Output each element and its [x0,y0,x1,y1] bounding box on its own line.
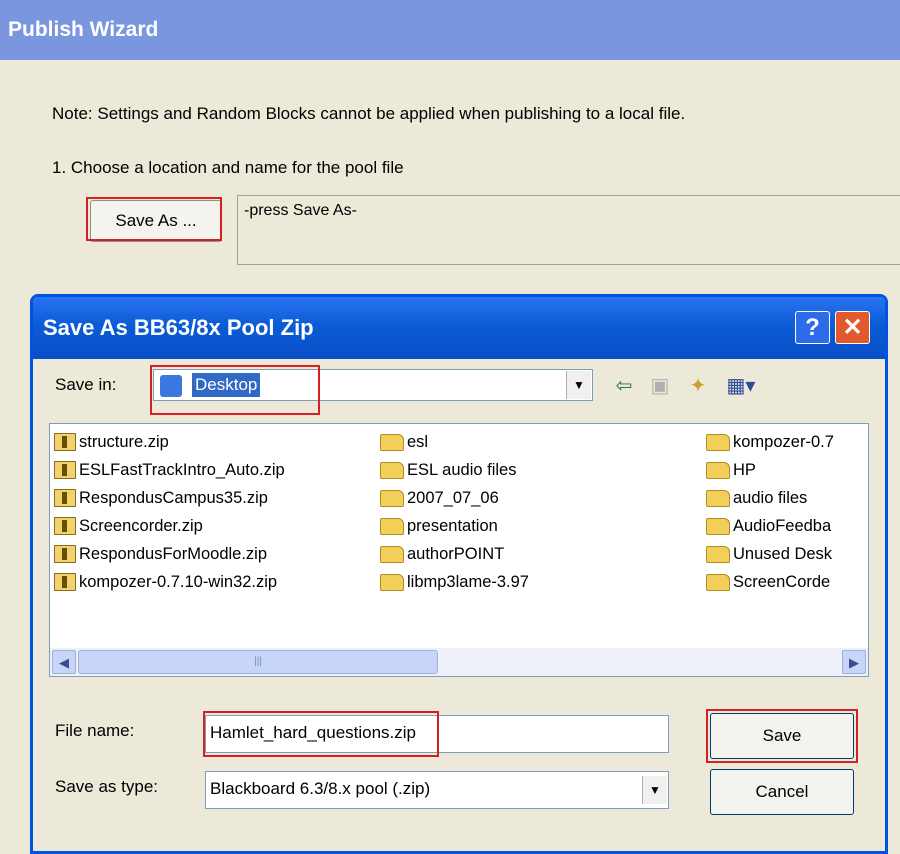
list-item[interactable]: AudioFeedba [706,512,831,540]
folder-icon [380,461,404,479]
chevron-down-icon[interactable]: ▼ [566,371,591,399]
cancel-button[interactable]: Cancel [710,769,854,815]
list-item[interactable]: 2007_07_06 [380,484,499,512]
file-name-label: File name: [55,721,135,740]
up-folder-icon[interactable]: ▣ [647,373,673,399]
dialog-title: Save As BB63/8x Pool Zip [33,297,885,359]
list-item[interactable]: ESL audio files [380,456,516,484]
scroll-right-icon[interactable]: ▶ [842,650,866,674]
save-as-highlight [86,197,222,241]
scrollbar-thumb[interactable]: ||| [78,650,438,674]
wizard-title: Publish Wizard [0,0,900,60]
list-item[interactable]: presentation [380,512,498,540]
save-as-type-value: Blackboard 6.3/8.x pool (.zip) [210,779,431,798]
wizard-note: Note: Settings and Random Blocks cannot … [52,104,686,123]
back-icon[interactable]: ⇦ [611,373,637,399]
folder-icon [380,517,404,535]
folder-icon [706,573,730,591]
file-list[interactable]: structure.zip ESLFastTrackIntro_Auto.zip… [49,423,869,677]
wizard-step-1: 1. Choose a location and name for the po… [52,158,404,177]
list-item[interactable]: ESLFastTrackIntro_Auto.zip [54,456,285,484]
zip-icon [54,433,76,451]
save-button-highlight [706,709,858,763]
folder-icon [706,433,730,451]
close-button[interactable]: ✕ [835,311,870,344]
pool-file-path-box: -press Save As- [237,195,900,265]
folder-icon [706,517,730,535]
chevron-down-icon[interactable]: ▼ [642,776,667,804]
folder-icon [380,573,404,591]
folder-icon [706,489,730,507]
list-item[interactable]: libmp3lame-3.97 [380,568,529,596]
folder-icon [380,489,404,507]
horizontal-scrollbar[interactable]: ◀ ||| ▶ [50,648,868,676]
list-item[interactable]: HP [706,456,756,484]
folder-icon [706,545,730,563]
save-as-type-label: Save as type: [55,777,159,796]
save-as-type-dropdown[interactable]: Blackboard 6.3/8.x pool (.zip) ▼ [205,771,669,809]
list-item[interactable]: kompozer-0.7 [706,428,834,456]
folder-icon [706,461,730,479]
list-item[interactable]: authorPOINT [380,540,504,568]
scroll-left-icon[interactable]: ◀ [52,650,76,674]
save-in-highlight [150,365,320,415]
zip-icon [54,545,76,563]
list-item[interactable]: Unused Desk [706,540,832,568]
list-item[interactable]: structure.zip [54,428,169,456]
zip-icon [54,573,76,591]
new-folder-icon[interactable]: ✦ [685,373,711,399]
list-item[interactable]: audio files [706,484,807,512]
list-item[interactable]: Screencorder.zip [54,512,203,540]
zip-icon [54,517,76,535]
list-item[interactable]: RespondusForMoodle.zip [54,540,267,568]
zip-icon [54,461,76,479]
save-as-dialog: Save As BB63/8x Pool Zip ? ✕ Save in: De… [30,294,888,854]
list-item[interactable]: kompozer-0.7.10-win32.zip [54,568,277,596]
file-name-highlight [203,711,439,757]
help-button[interactable]: ? [795,311,830,344]
view-menu-icon[interactable]: ▦▾ [723,373,759,399]
folder-icon [380,433,404,451]
list-item[interactable]: esl [380,428,428,456]
save-in-label: Save in: [55,375,117,394]
list-item[interactable]: RespondusCampus35.zip [54,484,268,512]
list-item[interactable]: ScreenCorde [706,568,830,596]
folder-icon [380,545,404,563]
zip-icon [54,489,76,507]
